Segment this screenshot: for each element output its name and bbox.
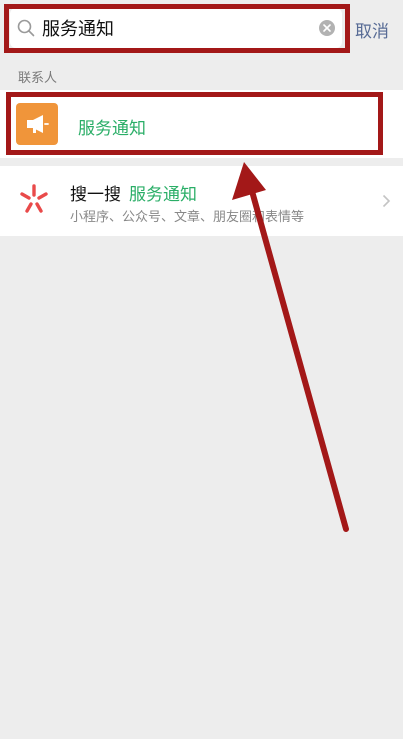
annotation-arrow	[232, 162, 349, 532]
